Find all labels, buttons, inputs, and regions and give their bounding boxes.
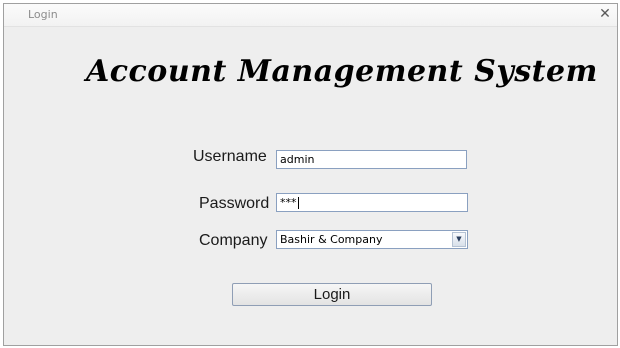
username-field[interactable] [276, 150, 467, 169]
text-caret [297, 197, 299, 209]
app-title: Account Management System [86, 54, 598, 89]
close-icon[interactable]: ✕ [597, 6, 613, 22]
username-label: Username [193, 148, 267, 165]
company-label: Company [199, 232, 268, 249]
password-mask: *** [280, 196, 297, 209]
login-button[interactable]: Login [232, 283, 432, 306]
title-bar[interactable]: Login ✕ [4, 4, 617, 27]
company-select[interactable]: Bashir & Company ▼ [276, 230, 468, 249]
password-label: Password [199, 195, 270, 212]
company-selected-value: Bashir & Company [280, 233, 383, 246]
chevron-down-icon[interactable]: ▼ [452, 232, 466, 247]
window-title: Login [28, 8, 58, 21]
login-dialog: Login ✕ Account Management System Userna… [3, 3, 618, 346]
password-field[interactable]: *** [276, 193, 468, 212]
